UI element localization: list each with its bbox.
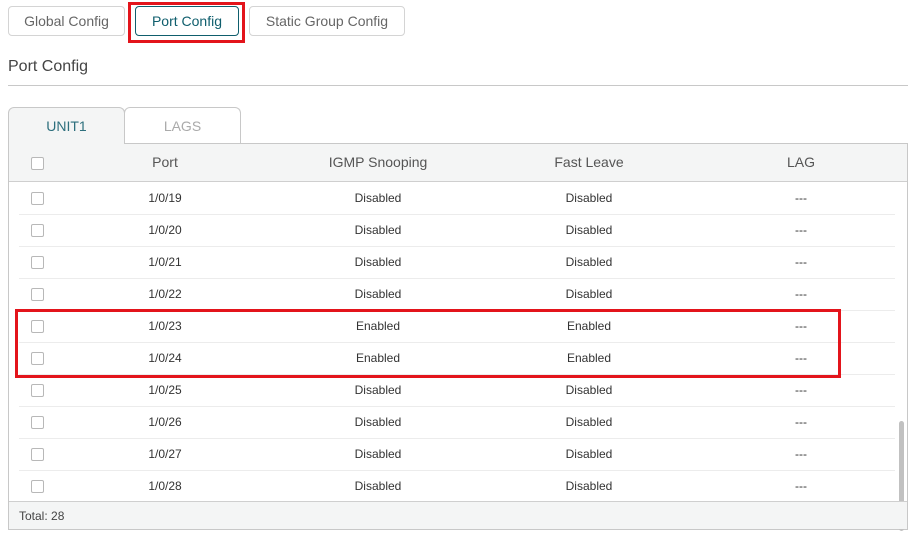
row-checkbox-cell — [29, 470, 45, 502]
port-config-panel: UNIT1 LAGS Port IGMP Snooping Fast Leave… — [8, 107, 908, 531]
header-port: Port — [152, 154, 178, 170]
select-all-checkbox-cell — [29, 144, 45, 181]
row-checkbox[interactable] — [30, 416, 44, 430]
port-cell: 1/0/20 — [148, 223, 182, 237]
fast-leave-cell: Enabled — [566, 319, 612, 333]
lag-cell: --- — [795, 223, 807, 237]
page-title: Port Config — [8, 58, 89, 75]
row-checkbox[interactable] — [30, 448, 44, 462]
row-checkbox-cell — [29, 214, 45, 246]
tab-unit1[interactable]: UNIT1 — [8, 107, 125, 144]
igmp-cell: Disabled — [354, 191, 402, 205]
lag-cell: --- — [795, 351, 807, 365]
row-checkbox-cell — [29, 246, 45, 278]
header-igmp-snooping: IGMP Snooping — [328, 154, 428, 170]
igmp-cell: Disabled — [354, 383, 402, 397]
table-row[interactable]: 1/0/27 Disabled Disabled --- — [19, 438, 895, 471]
header-fast-leave: Fast Leave — [554, 154, 624, 170]
igmp-cell: Disabled — [354, 447, 402, 461]
table-header: Port IGMP Snooping Fast Leave LAG — [9, 144, 907, 182]
header-lag: LAG — [786, 154, 815, 170]
fast-leave-cell: Disabled — [565, 255, 613, 269]
row-checkbox[interactable] — [30, 256, 44, 270]
table-row[interactable]: 1/0/24 Enabled Enabled --- — [19, 342, 895, 375]
table-row[interactable]: 1/0/21 Disabled Disabled --- — [19, 246, 895, 279]
lag-cell: --- — [795, 319, 807, 333]
row-checkbox[interactable] — [30, 224, 44, 238]
tab-port-config[interactable]: Port Config — [135, 6, 239, 36]
fast-leave-cell: Enabled — [566, 351, 612, 365]
port-cell: 1/0/24 — [148, 351, 182, 365]
table-row[interactable]: 1/0/23 Enabled Enabled --- — [19, 310, 895, 343]
fast-leave-cell: Disabled — [565, 447, 613, 461]
tab-lags[interactable]: LAGS — [124, 107, 241, 144]
lag-cell: --- — [795, 383, 807, 397]
lag-cell: --- — [795, 255, 807, 269]
port-cell: 1/0/22 — [148, 287, 182, 301]
lag-cell: --- — [795, 415, 807, 429]
igmp-cell: Disabled — [354, 287, 402, 301]
unit-tab-bar: UNIT1 LAGS — [8, 107, 908, 144]
row-checkbox-cell — [29, 406, 45, 438]
table-row[interactable]: 1/0/20 Disabled Disabled --- — [19, 214, 895, 247]
table-row[interactable]: 1/0/25 Disabled Disabled --- — [19, 374, 895, 407]
row-checkbox-cell — [29, 374, 45, 406]
row-checkbox[interactable] — [30, 192, 44, 206]
fast-leave-cell: Disabled — [565, 479, 613, 493]
lag-cell: --- — [795, 287, 807, 301]
port-cell: 1/0/26 — [148, 415, 182, 429]
port-cell: 1/0/23 — [148, 319, 182, 333]
igmp-cell: Disabled — [354, 415, 402, 429]
lag-cell: --- — [795, 479, 807, 493]
row-checkbox-cell — [29, 182, 45, 214]
port-cell: 1/0/28 — [148, 479, 182, 493]
igmp-cell: Disabled — [354, 255, 402, 269]
port-cell: 1/0/21 — [148, 255, 182, 269]
table-footer-total: Total: 28 — [9, 501, 907, 529]
fast-leave-cell: Disabled — [565, 191, 613, 205]
igmp-cell: Disabled — [354, 223, 402, 237]
table-row[interactable]: 1/0/19 Disabled Disabled --- — [19, 182, 895, 215]
fast-leave-cell: Disabled — [565, 287, 613, 301]
lag-cell: --- — [795, 191, 807, 205]
table-row[interactable]: 1/0/26 Disabled Disabled --- — [19, 406, 895, 439]
row-checkbox[interactable] — [30, 352, 44, 366]
igmp-cell: Enabled — [355, 351, 401, 365]
fast-leave-cell: Disabled — [565, 415, 613, 429]
tab-static-group-config[interactable]: Static Group Config — [249, 6, 405, 36]
fast-leave-cell: Disabled — [565, 223, 613, 237]
table-row[interactable]: 1/0/22 Disabled Disabled --- — [19, 278, 895, 311]
port-cell: 1/0/27 — [148, 447, 182, 461]
row-checkbox-cell — [29, 278, 45, 310]
port-table: Port IGMP Snooping Fast Leave LAG 1/0/19… — [8, 143, 908, 531]
row-checkbox[interactable] — [30, 288, 44, 302]
lag-cell: --- — [795, 447, 807, 461]
row-checkbox[interactable] — [30, 384, 44, 398]
port-cell: 1/0/19 — [148, 191, 182, 205]
fast-leave-cell: Disabled — [565, 383, 613, 397]
tab-global-config[interactable]: Global Config — [8, 6, 125, 36]
select-all-checkbox[interactable] — [30, 156, 44, 170]
row-checkbox[interactable] — [30, 480, 44, 494]
row-checkbox[interactable] — [30, 320, 44, 334]
row-checkbox-cell — [29, 342, 45, 374]
table-row[interactable]: 1/0/28 Disabled Disabled --- — [19, 470, 895, 503]
igmp-cell: Disabled — [354, 479, 402, 493]
igmp-cell: Enabled — [355, 319, 401, 333]
row-checkbox-cell — [29, 438, 45, 470]
row-checkbox-cell — [29, 310, 45, 342]
port-cell: 1/0/25 — [148, 383, 182, 397]
title-divider — [8, 85, 908, 86]
